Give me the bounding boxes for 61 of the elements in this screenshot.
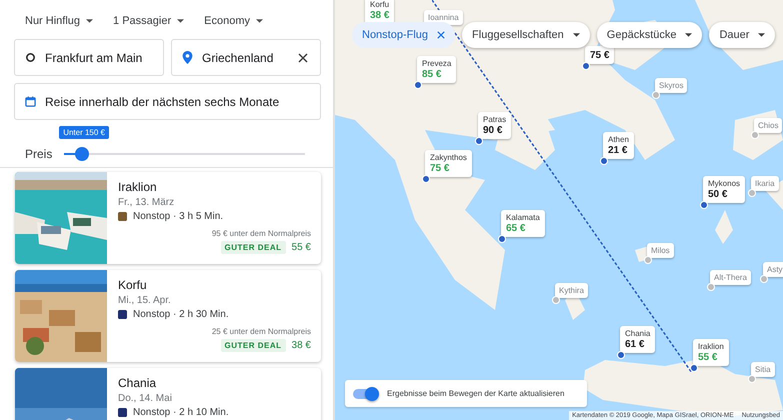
filter-chip[interactable]: Nonstop-Flug: [352, 22, 456, 48]
flight-details: Nonstop · 2 h 10 Min.: [133, 407, 229, 418]
flight-date: Mi., 15. Apr.: [118, 295, 171, 306]
price-pin[interactable]: Mykonos 50 €: [703, 176, 746, 203]
destination-name: Chania: [118, 376, 156, 390]
flight-details: Nonstop · 2 h 30 Min.: [133, 309, 229, 320]
result-card[interactable]: Korfu Mi., 15. Apr. Nonstop · 2 h 30 Min. 25 € unter dem Normalpreis GUTER DEAL 38 €: [15, 270, 321, 362]
place-pin[interactable]: Chios: [754, 118, 782, 133]
place-pin[interactable]: Kythira: [555, 283, 588, 298]
price-tooltip: Unter 150 €: [59, 126, 109, 139]
destination-name: Korfu: [118, 278, 147, 292]
filter-chip[interactable]: Fluggesellschaften: [462, 22, 590, 48]
caret-icon: [177, 19, 184, 23]
result-card[interactable]: Chania Do., 14. Mai Nonstop · 2 h 10 Min.: [15, 368, 321, 420]
flight-price: 38 €: [292, 340, 311, 351]
price-pin[interactable]: Iraklion 55 €: [693, 339, 729, 366]
place-pin[interactable]: Milos: [647, 243, 674, 258]
place-pin[interactable]: Skyros: [655, 78, 688, 93]
date-field[interactable]: Reise innerhalb der nächsten sechs Monate: [14, 83, 321, 120]
price-pin[interactable]: Preveza 85 €: [417, 56, 456, 83]
place-pin[interactable]: Alt-Thera: [710, 270, 751, 285]
filter-chip[interactable]: Dauer: [709, 22, 776, 48]
location-pin-icon: [182, 51, 193, 64]
result-card[interactable]: Iraklion Fr., 13. März Nonstop · 3 h 5 Min. 95 € unter dem Normalpreis GUTER DEAL 55 €: [15, 172, 321, 264]
price-pin[interactable]: Patras 90 €: [478, 112, 512, 139]
place-pin[interactable]: Ikaria: [751, 176, 779, 191]
flight-date: Do., 14. Mai: [118, 393, 172, 404]
dropdown-button[interactable]: Economy: [204, 14, 263, 28]
caret-icon: [685, 33, 692, 37]
savings-note: 25 € unter dem Normalpreis: [212, 327, 311, 336]
deal-badge: GUTER DEAL: [220, 339, 286, 352]
ring-icon: [25, 51, 36, 64]
dropdown-button[interactable]: 1 Passagier: [113, 14, 184, 28]
flight-price: 55 €: [292, 242, 311, 253]
price-pin[interactable]: Chania 61 €: [620, 326, 656, 353]
destination-field[interactable]: Griechenland: [171, 39, 321, 76]
place-pin[interactable]: Sitia: [751, 362, 775, 377]
origin-field[interactable]: Frankfurt am Main: [14, 39, 164, 76]
slider-thumb[interactable]: [74, 147, 89, 161]
price-pin[interactable]: Athen 21 €: [603, 132, 634, 159]
filter-chip[interactable]: Gepäckstücke: [596, 22, 702, 48]
dropdown-button[interactable]: Nur Hinflug: [25, 14, 94, 28]
savings-note: 95 € unter dem Normalpreis: [212, 229, 311, 238]
toggle-label: Ergebnisse beim Bewegen der Karte aktualisieren: [387, 389, 564, 398]
price-pin[interactable]: Korfu 38 €: [365, 0, 394, 24]
flight-date: Fr., 13. März: [118, 197, 174, 208]
caret-icon: [572, 33, 580, 37]
calendar-icon: [25, 95, 36, 108]
deal-badge: GUTER DEAL: [220, 241, 286, 254]
caret-icon: [758, 33, 766, 37]
destination-name: Iraklion: [118, 180, 157, 194]
flight-details: Nonstop · 3 h 5 Min.: [133, 211, 224, 222]
price-label: Preis: [25, 147, 52, 161]
price-pin[interactable]: Zakynthos 75 €: [425, 150, 472, 177]
price-pin[interactable]: 75 €: [585, 46, 614, 64]
place-pin[interactable]: Asty: [763, 262, 783, 277]
close-icon[interactable]: [298, 52, 308, 62]
toggle-switch[interactable]: [353, 388, 377, 398]
caret-icon: [86, 19, 94, 23]
caret-icon: [256, 19, 263, 23]
price-pin[interactable]: Kalamata 65 €: [501, 210, 545, 237]
